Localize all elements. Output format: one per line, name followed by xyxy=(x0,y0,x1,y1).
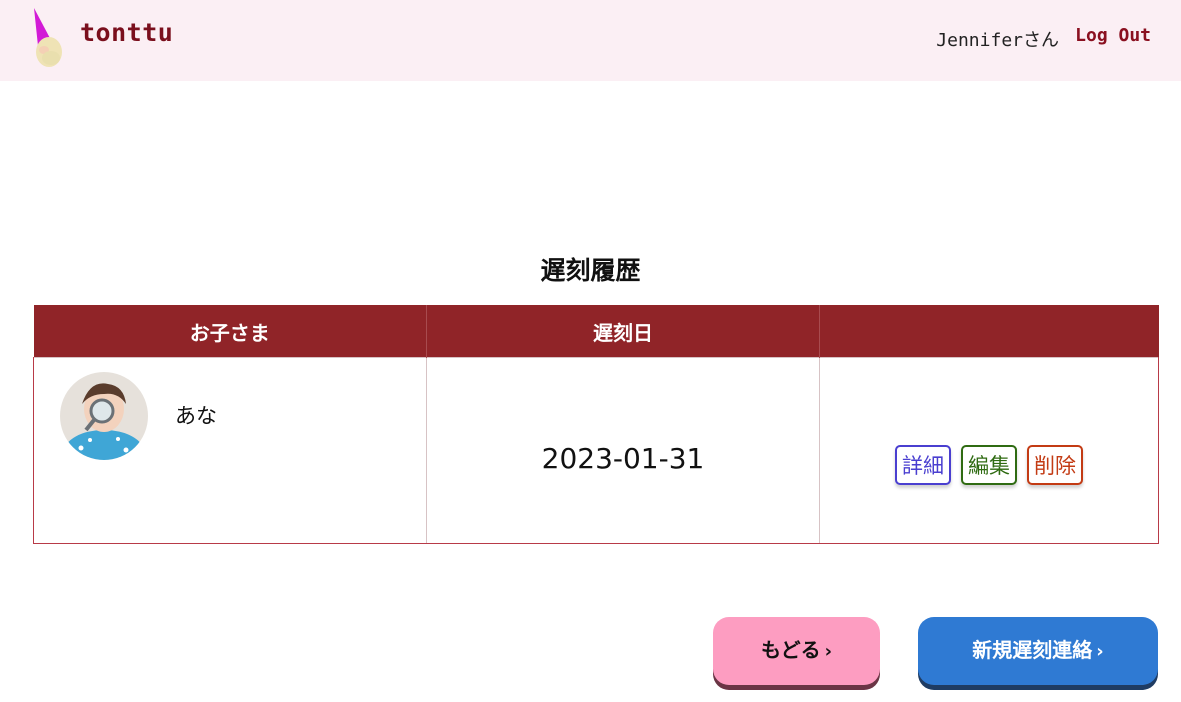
chevron-right-icon: › xyxy=(824,641,833,662)
user-greeting: Jenniferさん xyxy=(936,30,1059,51)
child-avatar xyxy=(60,372,148,460)
new-late-notice-label: 新規遅刻連絡 xyxy=(972,638,1093,662)
late-date: 2023-01-31 xyxy=(426,357,820,544)
detail-button[interactable]: 詳細 xyxy=(895,444,951,485)
delete-button[interactable]: 削除 xyxy=(1027,444,1083,485)
top-bar: tonttu Jenniferさん Log Out xyxy=(0,0,1181,81)
gnome-logo-icon[interactable] xyxy=(30,6,70,70)
table-row: あな 2023-01-31 詳細 編集 削除 xyxy=(33,357,1159,544)
child-cell: あな xyxy=(33,357,427,544)
column-header-child: お子さま xyxy=(33,305,427,358)
column-header-actions xyxy=(819,305,1159,358)
page-title: 遅刻履歴 xyxy=(540,256,641,285)
new-late-notice-button[interactable]: 新規遅刻連絡 › xyxy=(918,617,1158,685)
child-name: あな xyxy=(175,404,217,428)
brand-name[interactable]: tonttu xyxy=(80,18,173,47)
back-button-label: もどる xyxy=(760,638,821,662)
back-button[interactable]: もどる › xyxy=(713,617,880,685)
chevron-right-icon: › xyxy=(1096,641,1104,662)
actions-cell: 詳細 編集 削除 xyxy=(819,357,1159,544)
column-header-date: 遅刻日 xyxy=(426,305,820,358)
late-history-table: お子さま 遅刻日 あな 2023-01-31 詳細 編集 削除 xyxy=(33,305,1159,544)
edit-button[interactable]: 編集 xyxy=(961,444,1017,485)
table-header-row: お子さま 遅刻日 xyxy=(33,305,1159,358)
logout-link[interactable]: Log Out xyxy=(1075,25,1151,46)
